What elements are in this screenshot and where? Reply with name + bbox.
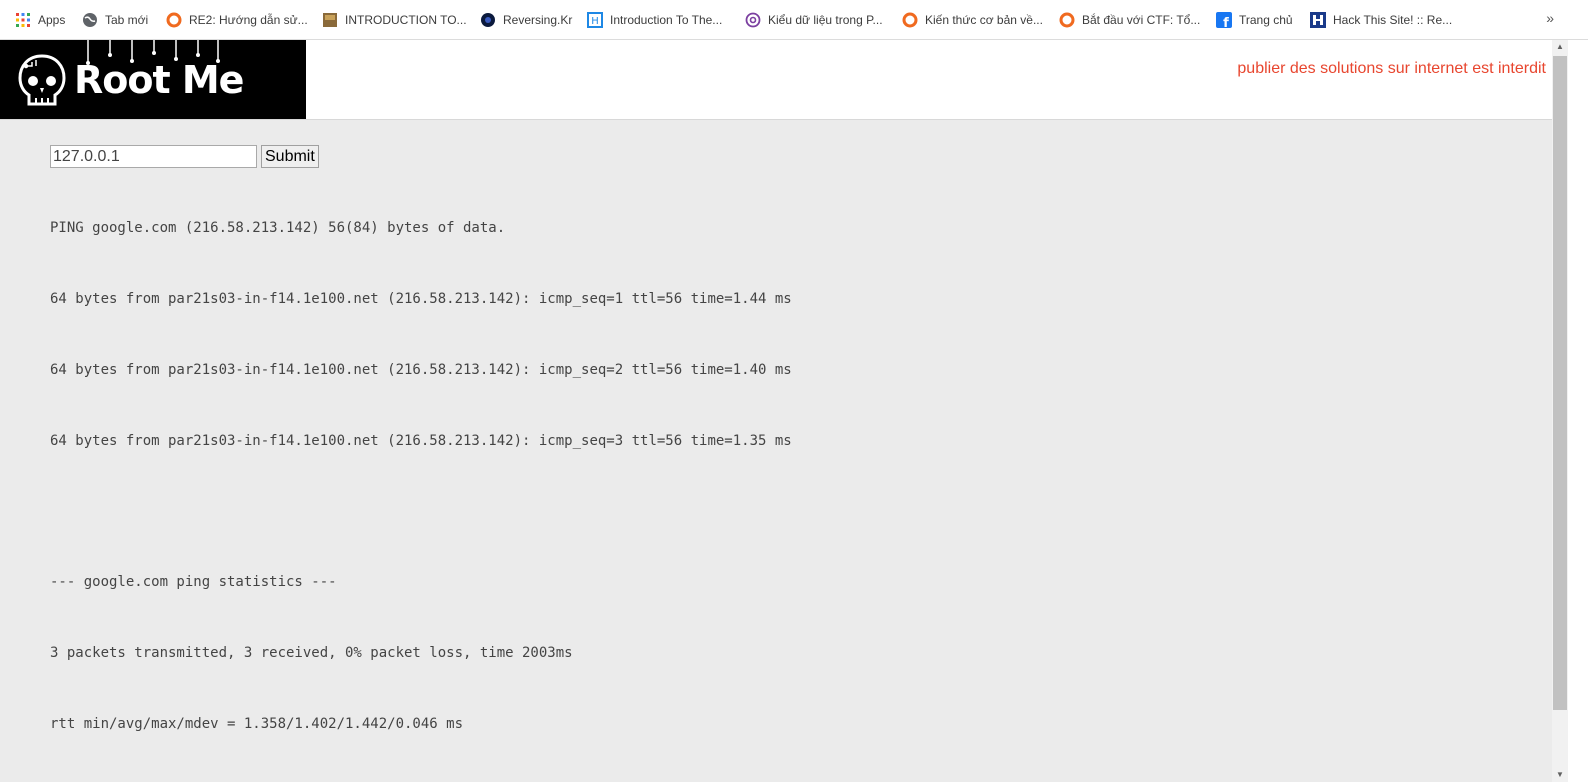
dark-globe-icon (481, 13, 495, 27)
hts-icon (1310, 12, 1326, 28)
bookmarks-bar: Apps Tab mới RE2: Hướng dẫn sử... INTROD… (0, 0, 1588, 40)
bookmark-introduction-to[interactable]: INTRODUCTION TO... (322, 11, 467, 29)
bookmark-label: Tab mới (105, 13, 149, 27)
bookmark-label: Introduction To The... (610, 13, 723, 27)
no-solutions-notice: publier des solutions sur internet est i… (1237, 60, 1546, 77)
output-line: --- google.com ping statistics --- (50, 574, 337, 591)
site-orange-icon (902, 12, 918, 28)
bookmark-hack-this-site[interactable]: Hack This Site! :: Re... (1310, 11, 1452, 29)
bookmark-label: Kiểu dữ liệu trong P... (768, 13, 883, 27)
site-header: Root Me publier des solutions sur intern… (0, 40, 1552, 120)
root-me-logo[interactable]: Root Me (0, 40, 306, 119)
ping-output: PING google.com (216.58.213.142) 56(84) … (50, 170, 792, 760)
bookmark-label: Bắt đầu với CTF: Tổ... (1082, 13, 1201, 27)
ip-input[interactable] (50, 145, 257, 168)
globe-icon (83, 13, 97, 27)
output-line: rtt min/avg/max/mdev = 1.358/1.402/1.442… (50, 715, 464, 732)
page-scrollbar[interactable]: ▲ ▼ (1552, 40, 1568, 782)
ping-form: Submit (50, 145, 319, 168)
bookmark-re2[interactable]: RE2: Hướng dẫn sử... (166, 11, 308, 29)
bookmark-kieu-du-lieu[interactable]: Kiểu dữ liệu trong P... (745, 11, 883, 29)
output-line: PING google.com (216.58.213.142) 56(84) … (50, 220, 506, 237)
bookmark-trang-chu[interactable]: f Trang chủ (1216, 11, 1293, 29)
bookmark-label: Trang chủ (1239, 13, 1293, 27)
scroll-down-arrow-icon[interactable]: ▼ (1552, 768, 1568, 782)
bookmark-apps[interactable]: Apps (15, 11, 65, 29)
output-line: 64 bytes from par21s03-in-f14.1e100.net … (50, 290, 792, 307)
svg-text:f: f (1223, 16, 1229, 28)
bookmark-tab-moi[interactable]: Tab mới (82, 11, 148, 29)
bookmark-label: RE2: Hướng dẫn sử... (189, 13, 308, 27)
at-sign-icon (745, 12, 761, 28)
skull-icon (18, 54, 66, 106)
output-line: 64 bytes from par21s03-in-f14.1e100.net … (50, 432, 792, 449)
bookmark-bat-dau-ctf[interactable]: Bắt đầu với CTF: Tổ... (1059, 11, 1200, 29)
bookmark-label: INTRODUCTION TO... (345, 13, 467, 27)
facebook-icon: f (1216, 12, 1232, 28)
site-orange-icon (1059, 12, 1075, 28)
submit-button[interactable]: Submit (261, 145, 319, 168)
square-blue-icon: H (587, 12, 603, 28)
scroll-up-arrow-icon[interactable]: ▲ (1552, 40, 1568, 54)
bookmark-label: Reversing.Kr (503, 13, 573, 27)
book-thumb-icon (323, 13, 337, 27)
scrollbar-thumb[interactable] (1553, 56, 1567, 710)
output-line: 3 packets transmitted, 3 received, 0% pa… (50, 644, 573, 661)
bookmark-introduction-to-the[interactable]: H Introduction To The... (587, 11, 722, 29)
logo-text: Root Me (74, 58, 244, 102)
bookmark-kien-thuc[interactable]: Kiến thức cơ bản về... (902, 11, 1043, 29)
bookmark-label: Kiến thức cơ bản về... (925, 13, 1043, 27)
bookmark-label: Apps (38, 13, 66, 27)
bookmark-label: Hack This Site! :: Re... (1333, 13, 1453, 27)
window-edge (1568, 40, 1588, 782)
svg-text:H: H (591, 16, 599, 27)
more-bookmarks-chevron-icon[interactable]: » (1546, 10, 1554, 26)
apps-grid-icon (16, 13, 30, 27)
output-line: 64 bytes from par21s03-in-f14.1e100.net … (50, 361, 792, 378)
bookmark-reversing-kr[interactable]: Reversing.Kr (480, 11, 572, 29)
site-orange-icon (166, 12, 182, 28)
